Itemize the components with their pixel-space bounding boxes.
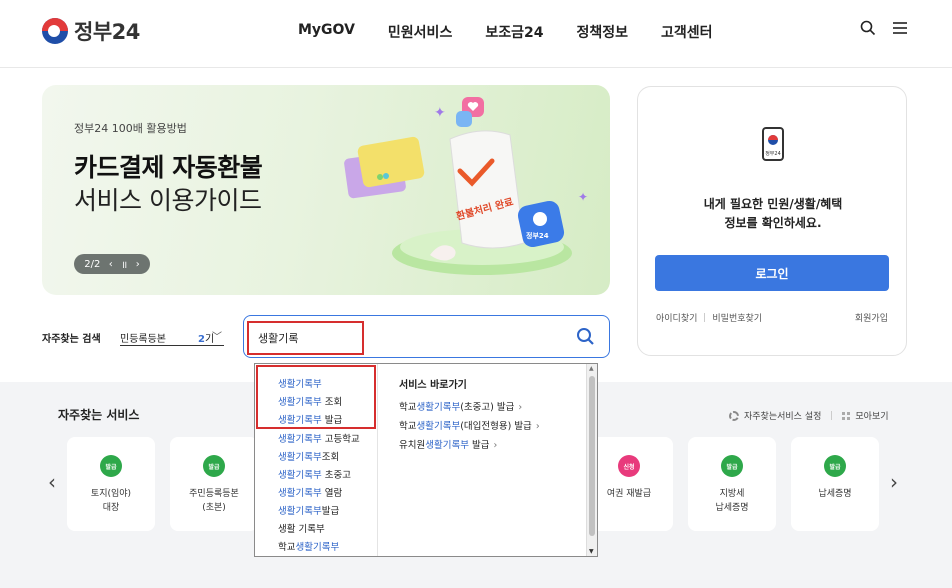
highlight-box-search — [247, 321, 364, 355]
banner-pager-count: 2/2 — [84, 258, 101, 270]
service-badge: 발급 — [203, 455, 225, 477]
svg-text:✦: ✦ — [578, 190, 588, 204]
service-name: 토지(임야) 대장 — [90, 489, 132, 513]
suggestion-item[interactable]: 생활기록부 열람 — [278, 485, 342, 499]
service-shortcut-title: 서비스 바로가기 — [399, 380, 467, 391]
login-links: 아이디찾기 비밀번호찾기 — [656, 311, 762, 324]
services-tools: 자주찾는서비스 설정 모아보기 — [729, 409, 889, 422]
nav-policy-info[interactable]: 정책정보 — [576, 22, 628, 42]
banner-pager: 2/2 ‹ ॥ › — [74, 254, 150, 274]
header: 정부24 MyGOV 민원서비스 보조금24 정책정보 고객센터 — [0, 0, 952, 68]
refund-illustration: 환불처리 완료 정부24 ✦ ✦ — [344, 97, 588, 275]
divider — [704, 313, 706, 322]
service-badge: 발급 — [100, 455, 122, 477]
scroll-up-icon[interactable]: ▲ — [589, 365, 594, 372]
services-prev-arrow[interactable]: ‹ — [48, 470, 56, 494]
phone-logo-icon — [768, 135, 778, 145]
dropdown-scrollbar[interactable]: ▲ ▼ — [586, 364, 597, 556]
login-button[interactable]: 로그인 — [655, 255, 889, 291]
search-submit-icon[interactable] — [576, 327, 595, 350]
frequent-search-rotator[interactable]: 민등록등본 2기 ﹀ — [120, 328, 224, 346]
services-settings-link[interactable]: 자주찾는서비스 설정 — [744, 409, 821, 422]
service-badge: 발급 — [721, 455, 743, 477]
nav-civil-service[interactable]: 민원서비스 — [388, 22, 452, 42]
services-next-arrow[interactable]: › — [890, 470, 898, 494]
service-shortcut-link[interactable]: 학교생활기록부(대입전형용) 발급 › — [399, 418, 540, 432]
nav-customer-center[interactable]: 고객센터 — [661, 22, 713, 42]
banner-title-line2: 서비스 이용가이드 — [74, 186, 262, 215]
frequent-search-keyword[interactable]: 민등록등본 — [120, 330, 166, 345]
banner-next-button[interactable]: › — [136, 259, 140, 270]
main-nav: MyGOV 민원서비스 보조금24 정책정보 고객센터 — [298, 22, 746, 42]
banner-subtitle: 정부24 100배 활용방법 — [74, 122, 187, 135]
login-message-line2: 정보를 확인하세요. — [724, 216, 822, 230]
suggestion-item[interactable]: 생활 기록부 — [278, 521, 325, 535]
banner-title-line1: 카드결제 자동환불 — [74, 153, 263, 182]
signup-link[interactable]: 회원가입 — [855, 311, 888, 324]
hamburger-menu-icon[interactable] — [892, 21, 908, 35]
frequent-services-title: 자주찾는 서비스 — [58, 408, 140, 422]
scroll-down-icon[interactable]: ▼ — [589, 548, 594, 555]
service-badge: 신청 — [618, 455, 640, 477]
logo-text: 정부24 — [74, 20, 140, 44]
banner-pause-button[interactable]: ॥ — [121, 257, 127, 271]
service-name: 납세증명 — [818, 489, 852, 499]
service-card[interactable]: 신청 여권 재발급 — [585, 437, 673, 531]
logo[interactable]: 정부24 — [42, 16, 140, 46]
divider — [831, 411, 833, 420]
promo-banner[interactable]: 정부24 100배 활용방법 카드결제 자동환불 서비스 이용가이드 환불처리 … — [42, 85, 610, 295]
suggestion-item[interactable]: 생활기록부발급 — [278, 503, 339, 517]
scrollbar-thumb[interactable] — [589, 376, 595, 536]
login-message: 내게 필요한 민원/생활/혜택 정보를 확인하세요. — [638, 195, 908, 233]
service-shortcut-link[interactable]: 유치원생활기록부 발급 › — [399, 437, 497, 451]
service-name: 주민등록등본 (초본) — [189, 489, 239, 513]
find-password-link[interactable]: 비밀번호찾기 — [712, 311, 762, 324]
phone-icon: 정부24 — [762, 127, 784, 161]
suggestion-item[interactable]: 생활기록부조회 — [278, 449, 339, 463]
login-card: 정부24 내게 필요한 민원/생활/혜택 정보를 확인하세요. 로그인 아이디찾… — [637, 86, 907, 356]
service-card[interactable]: 발급 토지(임야) 대장 — [67, 437, 155, 531]
service-badge: 발급 — [824, 455, 846, 477]
service-card[interactable]: 발급 지방세 납세증명 — [688, 437, 776, 531]
taegeuk-logo-icon — [42, 18, 68, 44]
gear-icon — [729, 410, 739, 421]
service-card[interactable]: 발급 주민등록등본 (초본) — [170, 437, 258, 531]
header-icons — [844, 20, 908, 36]
suggestion-item[interactable]: 생활기록부 초중고 — [278, 467, 351, 481]
banner-prev-button[interactable]: ‹ — [109, 259, 113, 270]
find-id-link[interactable]: 아이디찾기 — [656, 311, 697, 324]
login-message-line1: 내게 필요한 민원/생활/혜택 — [703, 197, 843, 211]
suggestion-item[interactable]: 생활기록부 고등학교 — [278, 431, 360, 445]
service-card[interactable]: 발급 납세증명 — [791, 437, 879, 531]
suggestion-item[interactable]: 학교생활기록부 — [278, 539, 339, 553]
svg-text:✦: ✦ — [434, 105, 446, 121]
app-icon-text: 정부24 — [526, 231, 549, 240]
services-collect-link[interactable]: 모아보기 — [855, 409, 888, 422]
phone-label: 정부24 — [765, 151, 781, 157]
chevron-down-icon[interactable]: ﹀ — [212, 328, 222, 343]
frequent-search-label: 자주찾는 검색 — [42, 334, 101, 345]
service-shortcut-link[interactable]: 학교생활기록부(초중고) 발급 › — [399, 399, 522, 413]
nav-subsidy24[interactable]: 보조금24 — [485, 22, 543, 42]
service-name: 지방세 납세증명 — [715, 489, 749, 513]
search-icon[interactable] — [860, 20, 876, 36]
grid-icon — [842, 411, 851, 420]
nav-mygov[interactable]: MyGOV — [298, 22, 355, 42]
highlight-box-suggestions — [256, 365, 376, 429]
service-name: 여권 재발급 — [606, 489, 652, 499]
